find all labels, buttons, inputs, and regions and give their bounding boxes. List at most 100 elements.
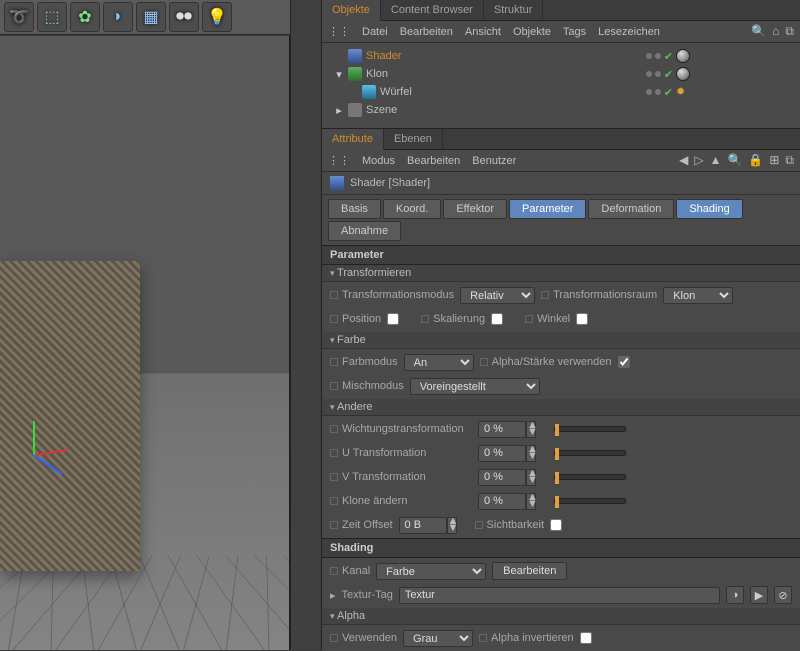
subsection-alpha[interactable]: Alpha	[322, 608, 800, 625]
tag-material-icon[interactable]	[676, 49, 690, 63]
select-farbmodus[interactable]: An	[404, 354, 474, 371]
nav-back-icon[interactable]: ◀	[679, 153, 688, 168]
tag-phong-icon[interactable]: ✹	[676, 85, 690, 99]
tag-material-icon[interactable]	[676, 67, 690, 81]
hierarchy-row-wuerfel[interactable]: Würfel ✔✹	[326, 83, 800, 101]
grip-icon[interactable]: ⋮⋮	[328, 25, 350, 38]
gizmo-z-axis[interactable]	[33, 454, 62, 475]
tool-camera-icon[interactable]: ⏺⏺	[169, 2, 199, 32]
modetab-shading[interactable]: Shading	[676, 199, 742, 219]
modetab-deformation[interactable]: Deformation	[588, 199, 674, 219]
enabled-check-icon[interactable]: ✔	[664, 50, 673, 63]
label-zeit-offset: Zeit Offset	[330, 519, 393, 531]
hierarchy-row-klon[interactable]: ▾ Klon ✔	[326, 65, 800, 83]
popout-icon[interactable]: ⧉	[785, 153, 794, 168]
enabled-check-icon[interactable]: ✔	[664, 86, 673, 99]
menu-datei[interactable]: Datei	[362, 26, 388, 38]
home-icon[interactable]: ⌂	[772, 24, 779, 39]
tab-ebenen[interactable]: Ebenen	[384, 129, 443, 149]
input-v-transform[interactable]	[478, 469, 526, 486]
lock-icon[interactable]: 🔒	[748, 153, 763, 168]
menu-ansicht[interactable]: Ansicht	[465, 26, 501, 38]
enabled-check-icon[interactable]: ✔	[664, 68, 673, 81]
nav-up-icon[interactable]: ▲	[710, 153, 722, 168]
slider-wichtung[interactable]	[554, 426, 626, 432]
spinner-buttons[interactable]: ▲▼	[526, 421, 536, 438]
new-icon[interactable]: ⊞	[769, 153, 779, 168]
slider-klone-aendern[interactable]	[554, 498, 626, 504]
input-textur-tag[interactable]	[399, 587, 720, 604]
tool-spline-icon[interactable]: ➰	[4, 2, 34, 32]
tool-light-icon[interactable]: 💡	[202, 2, 232, 32]
tool-cube-icon[interactable]: ⬚	[37, 2, 67, 32]
object-name[interactable]: Szene	[366, 104, 397, 116]
checkbox-alpha-invertieren[interactable]	[580, 632, 592, 644]
checkbox-position[interactable]	[387, 313, 399, 325]
tool-wedge-icon[interactable]: ◗	[103, 2, 133, 32]
tab-objekte[interactable]: Objekte	[322, 0, 381, 21]
gizmo-x-axis[interactable]	[34, 449, 68, 456]
modetab-effektor[interactable]: Effektor	[443, 199, 507, 219]
menu-modus[interactable]: Modus	[362, 155, 395, 167]
goto-tag-icon[interactable]: ▶	[750, 586, 768, 604]
object-name[interactable]: Shader	[366, 50, 401, 62]
clear-tag-icon[interactable]: ⊘	[774, 586, 792, 604]
menu-lesezeichen[interactable]: Lesezeichen	[598, 26, 660, 38]
hierarchy-row-szene[interactable]: ▸ Szene	[326, 101, 800, 119]
tab-struktur[interactable]: Struktur	[484, 0, 544, 20]
gizmo-y-axis[interactable]	[33, 421, 35, 455]
button-bearbeiten[interactable]: Bearbeiten	[492, 562, 567, 580]
menu-bearbeiten[interactable]: Bearbeiten	[407, 155, 460, 167]
spinner-buttons[interactable]: ▲▼	[447, 517, 457, 534]
grip-icon[interactable]: ⋮⋮	[328, 154, 350, 167]
popout-icon[interactable]: ⧉	[785, 24, 794, 39]
input-klone-aendern[interactable]	[478, 493, 526, 510]
select-transformationsraum[interactable]: Klon	[663, 287, 733, 304]
menu-benutzer[interactable]: Benutzer	[472, 155, 516, 167]
tab-content-browser[interactable]: Content Browser	[381, 0, 484, 20]
slider-u-transform[interactable]	[554, 450, 626, 456]
select-kanal[interactable]: Farbe	[376, 563, 486, 580]
menu-tags[interactable]: Tags	[563, 26, 586, 38]
modetab-parameter[interactable]: Parameter	[509, 199, 586, 219]
search-icon[interactable]: 🔍	[751, 24, 766, 39]
subsection-andere[interactable]: Andere	[322, 399, 800, 416]
spinner-buttons[interactable]: ▲▼	[526, 469, 536, 486]
tab-attribute[interactable]: Attribute	[322, 129, 384, 150]
checkbox-winkel[interactable]	[576, 313, 588, 325]
subsection-farbe[interactable]: Farbe	[322, 332, 800, 349]
checkbox-alpha-verwenden[interactable]	[618, 356, 630, 368]
expand-icon[interactable]: ▸	[330, 589, 336, 602]
menu-bearbeiten[interactable]: Bearbeiten	[400, 26, 453, 38]
input-zeit-offset[interactable]	[399, 517, 447, 534]
slider-v-transform[interactable]	[554, 474, 626, 480]
subsection-transformieren[interactable]: Transformieren	[322, 265, 800, 282]
modetab-abnahme[interactable]: Abnahme	[328, 221, 401, 241]
input-u-transform[interactable]	[478, 445, 526, 462]
object-hierarchy[interactable]: Shader ✔ ▾ Klon ✔ Würfel ✔✹ ▸ Szene	[322, 43, 800, 129]
expand-icon[interactable]: ▸	[334, 104, 344, 117]
search-icon[interactable]: 🔍	[727, 153, 742, 168]
panel-splitter[interactable]	[290, 0, 322, 650]
select-transformationsmodus[interactable]: Relativ	[460, 287, 535, 304]
object-name[interactable]: Klon	[366, 68, 388, 80]
spinner-buttons[interactable]: ▲▼	[526, 445, 536, 462]
pick-texture-icon[interactable]: ◑	[726, 586, 744, 604]
checkbox-skalierung[interactable]	[491, 313, 503, 325]
tool-cloner-icon[interactable]: ✿	[70, 2, 100, 32]
axis-gizmo[interactable]	[6, 426, 66, 486]
spinner-buttons[interactable]: ▲▼	[526, 493, 536, 510]
modetab-basis[interactable]: Basis	[328, 199, 381, 219]
modetab-koord[interactable]: Koord.	[383, 199, 441, 219]
viewport[interactable]	[0, 36, 290, 650]
tool-floor-icon[interactable]: ▦	[136, 2, 166, 32]
menu-objekte[interactable]: Objekte	[513, 26, 551, 38]
checkbox-sichtbarkeit[interactable]	[550, 519, 562, 531]
input-wichtung[interactable]	[478, 421, 526, 438]
select-verwenden[interactable]: Grau	[403, 630, 473, 647]
object-name[interactable]: Würfel	[380, 86, 412, 98]
expand-icon[interactable]: ▾	[334, 68, 344, 81]
select-mischmodus[interactable]: Voreingestellt	[410, 378, 540, 395]
hierarchy-row-shader[interactable]: Shader ✔	[326, 47, 800, 65]
nav-fwd-icon[interactable]: ▷	[694, 153, 703, 168]
